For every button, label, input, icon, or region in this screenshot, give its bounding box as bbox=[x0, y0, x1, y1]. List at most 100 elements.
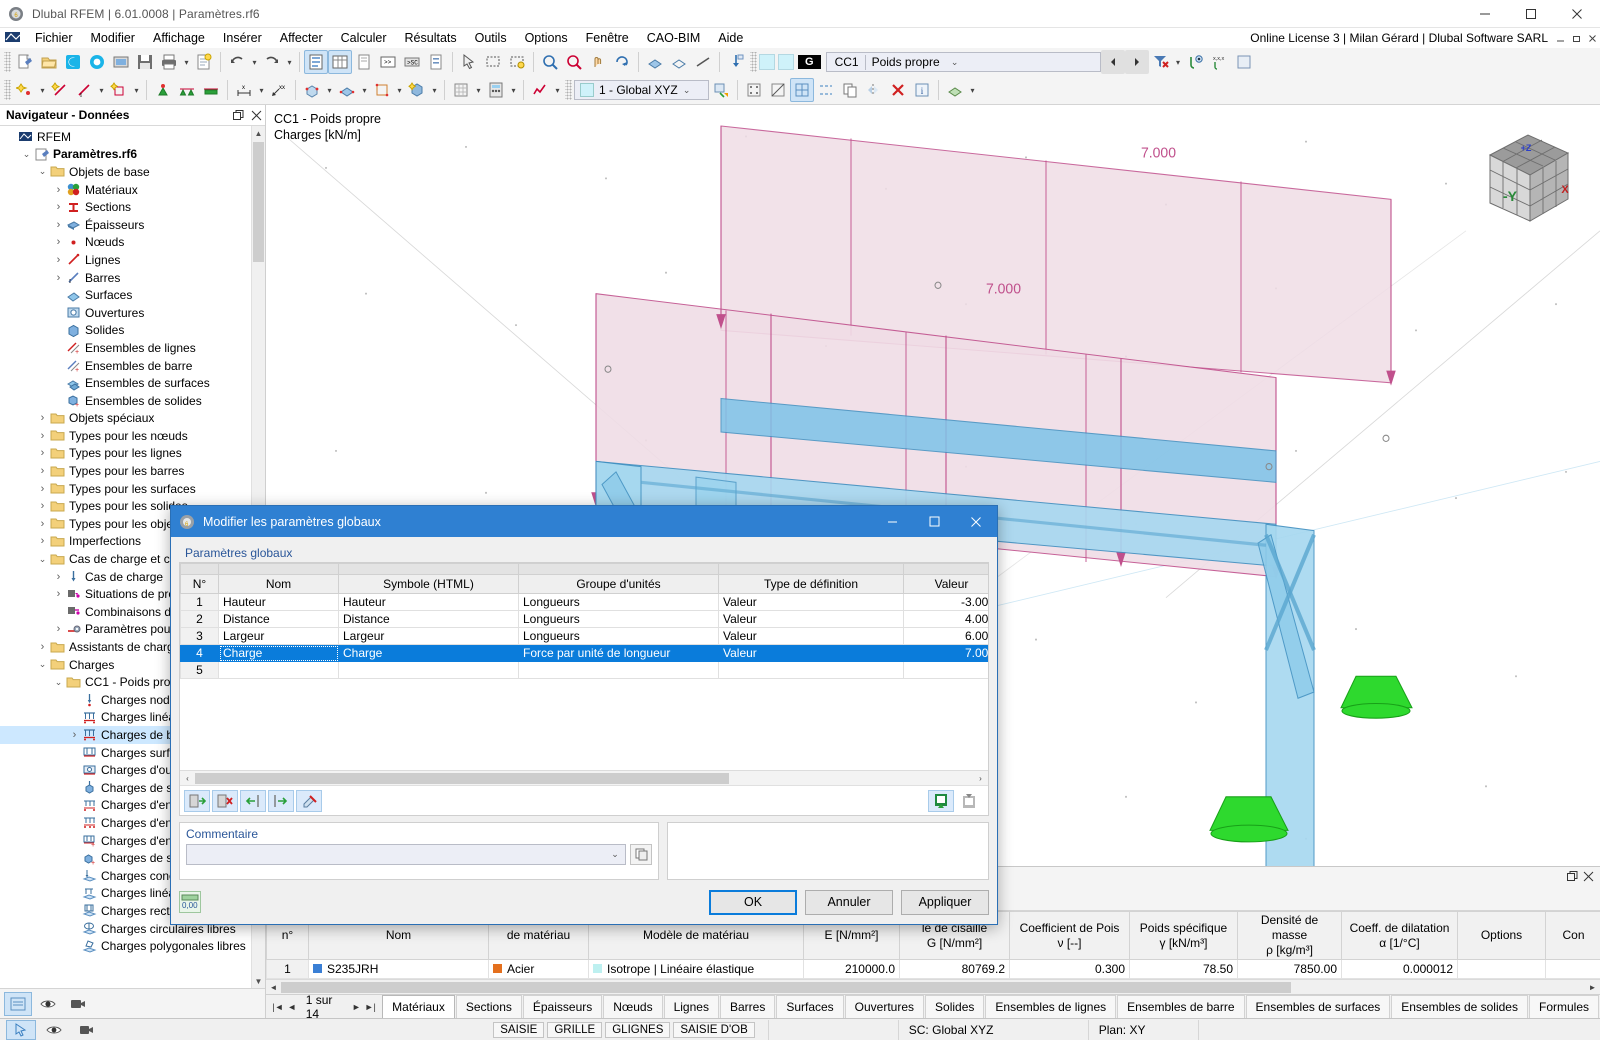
chevron-right-icon[interactable]: › bbox=[52, 272, 65, 284]
chevron-down-icon[interactable]: ⌄ bbox=[52, 677, 65, 688]
tree-item-ensembles-de-solides[interactable]: + Ensembles de solides bbox=[0, 392, 251, 410]
tree-item-solides[interactable]: Solides bbox=[0, 322, 251, 340]
chevron-right-icon[interactable]: › bbox=[52, 184, 65, 196]
tab-ensembles-de-barre[interactable]: Ensembles de barre bbox=[1117, 995, 1245, 1018]
render-wire-icon[interactable] bbox=[667, 50, 691, 74]
dialog-close-button[interactable] bbox=[955, 506, 997, 537]
list-panel-icon[interactable] bbox=[424, 50, 448, 74]
param-header-3[interactable]: Groupe d'unités bbox=[518, 574, 719, 594]
tab-sections[interactable]: Sections bbox=[455, 995, 522, 1018]
new-member-dropdown-icon[interactable]: ▾ bbox=[96, 78, 107, 102]
load-case-combo[interactable]: CC1 Poids propre ⌄ bbox=[825, 52, 1101, 72]
render-settings-dropdown-icon[interactable]: ▾ bbox=[967, 78, 978, 102]
undo-icon[interactable] bbox=[225, 50, 249, 74]
tab-ouvertures[interactable]: Ouvertures bbox=[844, 995, 925, 1018]
param-cell-nom[interactable]: Charge bbox=[218, 644, 339, 662]
tree-item-barres[interactable]: › I Barres bbox=[0, 269, 251, 287]
surface-support-icon[interactable] bbox=[199, 78, 223, 102]
tab-barres[interactable]: Barres bbox=[719, 995, 776, 1018]
param-cell-valeur[interactable]: 6.000 bbox=[903, 627, 988, 645]
nodal-support-icon[interactable] bbox=[151, 78, 175, 102]
table-panel-float-button[interactable] bbox=[1564, 868, 1580, 884]
print-icon[interactable] bbox=[157, 50, 181, 74]
select-special-icon[interactable] bbox=[505, 50, 529, 74]
pan-icon[interactable] bbox=[586, 50, 610, 74]
cloud-sync-icon[interactable] bbox=[85, 50, 109, 74]
render-solid-icon[interactable] bbox=[643, 50, 667, 74]
param-row[interactable]: 2DistanceDistanceLongueursValeur4.000m bbox=[180, 610, 988, 628]
table-hscroll-right-icon[interactable]: ► bbox=[1585, 983, 1600, 992]
loadcase-show-icon[interactable] bbox=[724, 50, 748, 74]
loadcase-prev-button[interactable] bbox=[1100, 50, 1125, 74]
console-icon[interactable]: >> bbox=[376, 50, 400, 74]
param-cell-groupe[interactable]: Longueurs bbox=[518, 593, 719, 611]
ok-button[interactable]: OK bbox=[709, 889, 797, 915]
new-node-dropdown-icon[interactable]: ▾ bbox=[37, 78, 48, 102]
surface-obj-dropdown-icon[interactable]: ▾ bbox=[359, 78, 370, 102]
chevron-down-icon[interactable]: ⌄ bbox=[36, 166, 49, 177]
param-cell-groupe[interactable] bbox=[518, 661, 719, 679]
object-snap-icon[interactable] bbox=[766, 78, 790, 102]
chevron-right-icon[interactable]: › bbox=[36, 535, 49, 547]
params-hscroll-thumb[interactable] bbox=[195, 772, 729, 784]
calculate-icon[interactable] bbox=[484, 78, 508, 102]
menu-item-cao-bim[interactable]: CAO-BIM bbox=[638, 29, 709, 48]
navigation-cube[interactable]: +Z -Y X bbox=[1466, 125, 1578, 233]
param-row[interactable]: 1HauteurHauteurLongueursValeur-3.000m bbox=[180, 593, 988, 611]
navigator-float-button[interactable] bbox=[229, 106, 247, 124]
chevron-right-icon[interactable]: › bbox=[52, 623, 65, 635]
mesh-dropdown-icon[interactable]: ▾ bbox=[473, 78, 484, 102]
tree-item-types-pour-les-n-uds[interactable]: › Types pour les nœuds bbox=[0, 427, 251, 445]
param-header-4[interactable]: Type de définition bbox=[718, 574, 904, 594]
comment-input[interactable]: ⌄ bbox=[186, 844, 626, 865]
chevron-right-icon[interactable]: › bbox=[36, 447, 49, 459]
dialog-maximize-button[interactable] bbox=[913, 506, 955, 537]
param-export-icon[interactable] bbox=[956, 790, 982, 812]
navigator-display-tab-icon[interactable] bbox=[34, 992, 62, 1016]
param-cell-type[interactable]: Valeur bbox=[718, 644, 904, 662]
tab-mat-riaux[interactable]: Matériaux bbox=[382, 995, 455, 1018]
xyz-coords-icon[interactable]: x,x,x bbox=[1208, 50, 1232, 74]
comment-copy-button[interactable] bbox=[630, 844, 652, 865]
cs-toolbar-grip[interactable] bbox=[565, 80, 572, 100]
chevron-right-icon[interactable]: › bbox=[52, 236, 65, 248]
cs-settings-icon[interactable] bbox=[709, 78, 733, 102]
dimension-dropdown-icon[interactable]: ▾ bbox=[256, 78, 267, 102]
menu-item-modifier[interactable]: Modifier bbox=[82, 29, 144, 48]
ortho-icon[interactable] bbox=[790, 78, 814, 102]
dimension-xx-icon[interactable]: xx bbox=[267, 78, 291, 102]
tab-ensembles-de-solides[interactable]: Ensembles de solides bbox=[1391, 995, 1528, 1018]
solid-tool-icon[interactable] bbox=[405, 78, 429, 102]
select-object-icon[interactable] bbox=[457, 50, 481, 74]
param-cell-symbole[interactable]: Distance bbox=[338, 610, 519, 628]
menu-item-fichier[interactable]: Fichier bbox=[26, 29, 82, 48]
status-select-mode-icon[interactable] bbox=[6, 1019, 36, 1040]
pager-last-icon[interactable]: ►| bbox=[364, 1002, 376, 1012]
mat-header-9[interactable]: Coeff. de dilatation α [1/°C] bbox=[1341, 911, 1458, 960]
mdi-close-button[interactable] bbox=[1584, 29, 1600, 47]
param-cell-symbole[interactable]: Hauteur bbox=[338, 593, 519, 611]
filter-clear-icon[interactable] bbox=[1149, 50, 1173, 74]
params-hscroll-track[interactable] bbox=[195, 772, 973, 785]
window-minimize-button[interactable] bbox=[1462, 0, 1508, 28]
dialog-units-button[interactable]: 0,00 bbox=[179, 891, 201, 913]
menu-item-affichage[interactable]: Affichage bbox=[144, 29, 214, 48]
tab-lignes[interactable]: Lignes bbox=[663, 995, 719, 1018]
apply-button[interactable]: Appliquer bbox=[901, 889, 989, 915]
params-hscroll-right-icon[interactable]: › bbox=[973, 774, 988, 783]
table-hscroll-left-icon[interactable]: ◄ bbox=[266, 983, 281, 992]
param-cell-type[interactable] bbox=[718, 661, 904, 679]
mat-cell-options[interactable] bbox=[1457, 959, 1546, 979]
parameters-grid[interactable]: N° Nom Symbole (HTML) Groupe d'unités Type d… bbox=[180, 563, 988, 679]
status-visibility-icon[interactable] bbox=[39, 1020, 69, 1040]
opening-tool-icon[interactable] bbox=[370, 78, 394, 102]
coords-more-icon[interactable] bbox=[1232, 50, 1256, 74]
param-import-icon[interactable] bbox=[928, 789, 954, 812]
navigator-panel-icon[interactable] bbox=[304, 50, 328, 74]
comment-chevron-down-icon[interactable]: ⌄ bbox=[605, 849, 625, 860]
global-parameters-dialog[interactable]: 6 Modifier les paramètres globaux Paramè… bbox=[170, 505, 998, 925]
cancel-button[interactable]: Annuler bbox=[805, 889, 893, 915]
param-cell-valeur[interactable] bbox=[903, 661, 988, 679]
mat-header-7[interactable]: Poids spécifique γ [kN/m³] bbox=[1129, 911, 1238, 960]
chevron-down-icon[interactable]: ⌄ bbox=[36, 554, 49, 565]
